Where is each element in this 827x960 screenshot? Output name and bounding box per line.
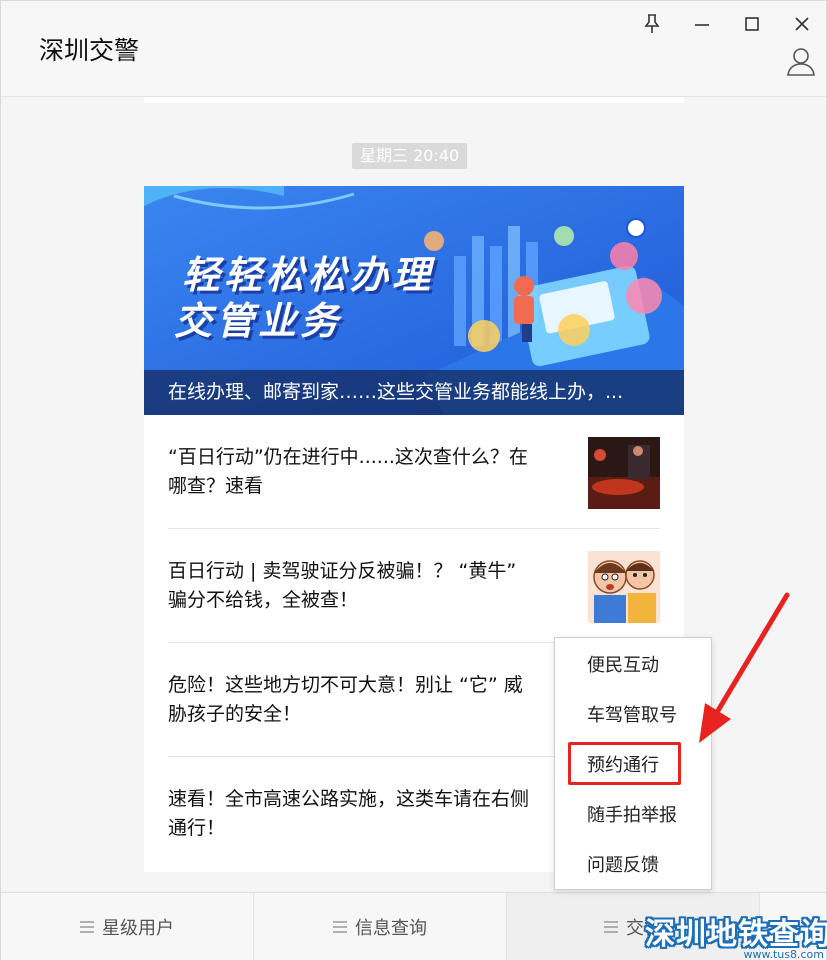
article-title: 速看！全市高速公路实施，这类车请在右侧 通行！ <box>168 757 582 871</box>
submenu-item-queue-number[interactable]: 车驾管取号 <box>555 691 711 741</box>
submenu-popup: 便民互动 车驾管取号 预约通行 随手拍举报 问题反馈 <box>554 637 712 890</box>
submenu-item-appointment-pass[interactable]: 预约通行 <box>555 741 711 791</box>
submenu-item-convenience[interactable]: 便民互动 <box>555 641 711 691</box>
window-title: 深圳交警 <box>39 36 140 65</box>
article-title-line1: 危险！这些地方切不可大意！别让 “它” 威 <box>168 674 523 696</box>
article-title-line1: 速看！全市高速公路实施，这类车请在右侧 <box>168 788 530 810</box>
red-arrow-annotation <box>699 592 790 743</box>
minimize-icon[interactable] <box>687 9 717 39</box>
article-title-line1: “百日行动”仍在进行中......这次查什么？在 <box>168 446 528 468</box>
banner-headline-line2: 交管业务 <box>174 299 343 343</box>
article-thumbnail <box>588 437 660 509</box>
submenu-item-feedback[interactable]: 问题反馈 <box>555 841 711 891</box>
watermark: 深圳地铁查询 www.tus8.com <box>641 909 827 960</box>
menu-tab-info-query[interactable]: 信息查询 <box>254 893 507 960</box>
article-title-line2: 哪查？速看 <box>168 475 264 497</box>
submenu-item-photo-report[interactable]: 随手拍举报 <box>555 791 711 841</box>
maximize-icon[interactable] <box>737 9 767 39</box>
article-title-line2: 通行！ <box>168 817 226 839</box>
banner-caption: 在线办理、邮寄到家……这些交管业务都能线上办，... <box>144 370 684 415</box>
close-icon[interactable] <box>787 9 817 39</box>
article-thumbnail <box>588 551 660 623</box>
title-bar: 深圳交警 <box>1 1 826 97</box>
pin-icon[interactable] <box>637 9 667 39</box>
menu-lines-icon <box>604 921 618 933</box>
person-icon[interactable] <box>786 45 816 77</box>
banner-article[interactable]: 轻轻松松办理 交管业务 在线办理、邮寄到家……这些交管业务都能线上办，... <box>144 186 684 415</box>
previous-message-card <box>144 97 684 103</box>
article-title-line1: 百日行动 | 卖驾驶证分反被骗！？ “黄牛” <box>168 560 517 582</box>
menu-tab-label: 星级用户 <box>102 918 174 939</box>
menu-tab-star-user[interactable]: 星级用户 <box>1 893 254 960</box>
menu-lines-icon <box>333 921 347 933</box>
menu-tab-label: 信息查询 <box>355 918 427 939</box>
article-title: 百日行动 | 卖驾驶证分反被骗！？ “黄牛” 骗分不给钱，全被查！ <box>168 529 582 643</box>
watermark-url: www.tus8.com <box>743 948 824 960</box>
article-title-line2: 胁孩子的安全！ <box>168 703 302 725</box>
app-window: 深圳交警 星期三 20:40 轻轻松松办理 交管业务 在线办理、邮寄到家……这些… <box>0 0 827 960</box>
article-item[interactable]: 百日行动 | 卖驾驶证分反被骗！？ “黄牛” 骗分不给钱，全被查！ <box>168 529 660 643</box>
article-title: 危险！这些地方切不可大意！别让 “它” 威 胁孩子的安全！ <box>168 643 582 757</box>
article-title: “百日行动”仍在进行中......这次查什么？在 哪查？速看 <box>168 415 582 529</box>
message-timestamp: 星期三 20:40 <box>352 143 468 169</box>
article-item[interactable]: “百日行动”仍在进行中......这次查什么？在 哪查？速看 <box>168 415 660 529</box>
menu-lines-icon <box>80 921 94 933</box>
watermark-text: 深圳地铁查询 <box>645 917 827 952</box>
article-title-line2: 骗分不给钱，全被查！ <box>168 589 359 611</box>
